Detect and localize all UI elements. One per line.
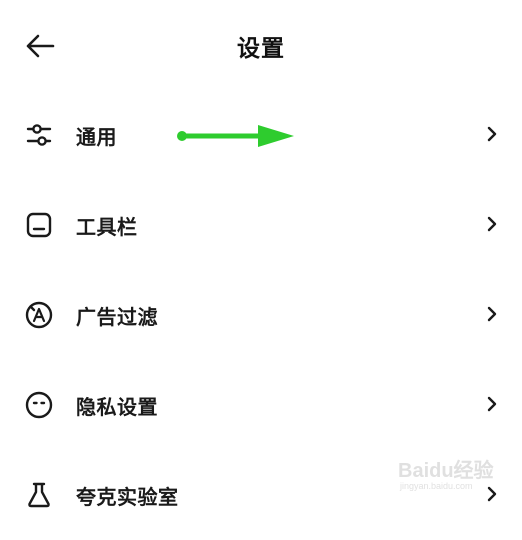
- menu-item-privacy[interactable]: 隐私设置: [0, 360, 522, 450]
- menu-item-label: 夸克实验室: [76, 485, 179, 509]
- watermark-text: Baidu经验: [398, 460, 494, 482]
- chevron-right-icon: [487, 216, 497, 232]
- menu-item-ad-filter[interactable]: 广告过滤: [0, 270, 522, 360]
- toolbar-icon: [24, 210, 54, 240]
- chevron-right-icon: [487, 396, 497, 412]
- menu-item-label: 广告过滤: [76, 305, 158, 329]
- chevron-right-icon: [487, 126, 497, 142]
- chevron-right-icon: [487, 306, 497, 322]
- header-bar: 设置: [0, 0, 522, 90]
- ad-block-icon: [24, 300, 54, 330]
- menu-item-label: 通用: [76, 125, 117, 149]
- watermark-logo: Baidu经验 jingyan.baidu.com: [396, 452, 506, 496]
- menu-item-label: 工具栏: [76, 215, 138, 239]
- page-title: 设置: [237, 36, 285, 62]
- watermark-subtext: jingyan.baidu.com: [400, 481, 473, 491]
- menu-item-label: 隐私设置: [76, 395, 158, 419]
- privacy-face-icon: [24, 390, 54, 420]
- sliders-icon: [24, 120, 54, 150]
- green-arrow-annotation: [177, 125, 294, 147]
- menu-item-toolbar[interactable]: 工具栏: [0, 180, 522, 270]
- flask-icon: [24, 480, 54, 510]
